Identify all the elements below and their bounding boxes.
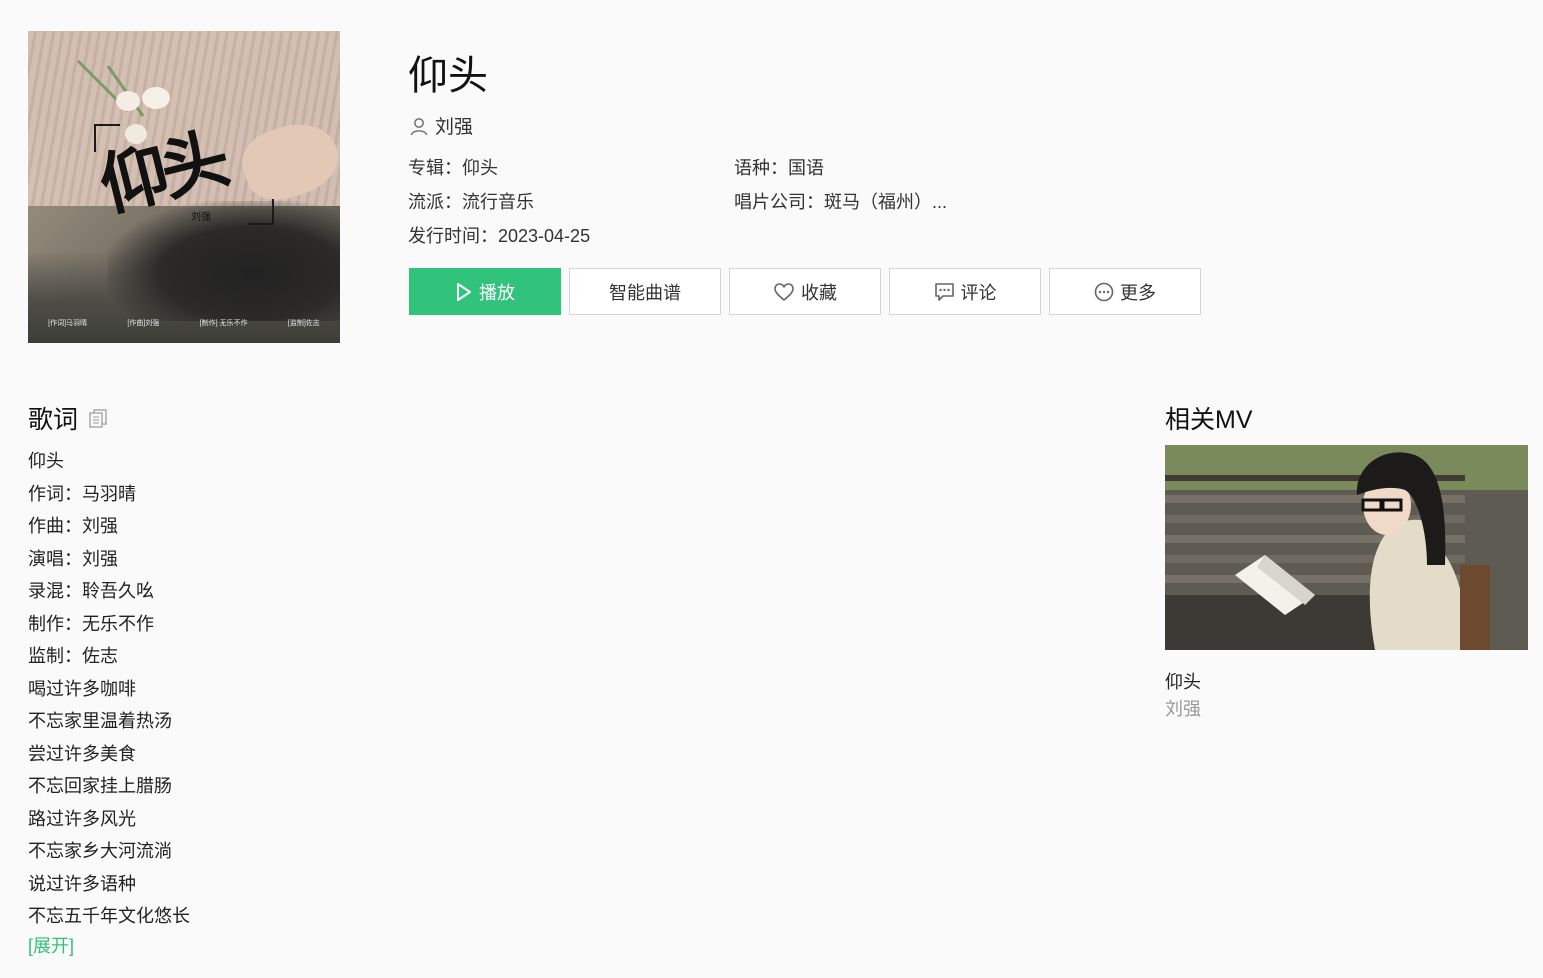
bracket-bottom-right [248,199,274,225]
genre-value: 流行音乐 [462,192,534,212]
release-label: 发行时间： [408,226,498,246]
lyrics-heading: 歌词 [28,400,108,436]
record-label-label: 唱片公司： [734,192,824,212]
record-label-value: 斑马（福州）... [824,192,948,212]
lyric-line: 作词：马羽晴 [28,483,136,504]
lyrics-title: 歌词 [28,406,79,434]
cover-credits: [作词]马羽晴 [作曲]刘强 [制作] 无乐不作 [监制]佐志 [28,318,340,328]
expand-lyrics-link[interactable]: [展开] [28,932,74,958]
lyrics-list: 仰头 作词：马羽晴 作曲：刘强 演唱：刘强 录混：聆吾久吆 制作：无乐不作 监制… [28,445,190,933]
release-date: 2023-04-25 [498,226,591,246]
lyric-line: 演唱：刘强 [28,548,118,569]
favorite-label: 收藏 [801,282,837,303]
smart-score-label: 智能曲谱 [609,282,681,303]
lyric-line: 不忘家里温着热汤 [28,711,172,731]
mv-scene-graphic [1165,445,1528,650]
lyric-line: 录混：聆吾久吆 [28,581,154,601]
favorite-button[interactable]: 收藏 [729,268,881,315]
more-icon [1094,282,1114,301]
more-button[interactable]: 更多 [1049,268,1201,315]
language-label: 语种： [734,158,788,178]
lyric-line: 作曲：刘强 [28,516,118,536]
record-label-info: 唱片公司：斑马（福州）... [734,188,947,214]
lyric-line: 仰头 [28,451,64,471]
language-value: 国语 [788,158,824,178]
lyric-line: 不忘回家挂上腊肠 [28,776,172,796]
comment-icon [934,282,954,301]
copy-icon[interactable] [88,408,108,428]
album-cover: 仰头 刘强 [作词]马羽晴 [作曲]刘强 [制作] 无乐不作 [监制]佐志 [28,31,340,343]
play-icon [457,282,471,301]
cover-credit: [作曲]刘强 [127,320,160,327]
lyric-line: 不忘家乡大河流淌 [28,841,172,861]
release-info: 发行时间：2023-04-25 [408,222,590,248]
lyric-line: 路过许多风光 [28,808,136,829]
lyric-line: 喝过许多咖啡 [28,678,136,699]
song-title: 仰头 [408,54,488,98]
cover-credit: [制作] 无乐不作 [199,320,248,327]
mv-title[interactable]: 仰头 [1165,668,1201,694]
related-mv-title: 相关MV [1165,406,1253,434]
cover-credit: [监制]佐志 [287,320,320,327]
language-info: 语种：国语 [734,154,824,180]
comment-button[interactable]: 评论 [889,268,1041,315]
play-label: 播放 [479,282,515,303]
heart-icon [774,282,794,301]
mv-artist[interactable]: 刘强 [1165,695,1201,721]
genre-info: 流派：流行音乐 [408,188,534,214]
comment-label: 评论 [960,282,997,303]
lyric-line: 制作：无乐不作 [28,613,154,634]
more-label: 更多 [1120,282,1156,303]
album-info: 专辑：仰头 [408,154,498,180]
lyric-line: 监制：佐志 [28,646,118,666]
artist-name[interactable]: 刘强 [435,112,473,139]
lyric-line: 尝过许多美食 [28,743,136,764]
artist-link[interactable]: 刘强 [409,112,473,139]
smart-score-button[interactable]: 智能曲谱 [569,268,721,315]
related-mv-heading: 相关MV [1165,400,1253,436]
play-button[interactable]: 播放 [409,268,561,315]
mv-thumbnail[interactable] [1165,445,1528,650]
genre-label: 流派： [408,192,462,212]
lyric-line: 不忘五千年文化悠长 [28,906,190,926]
lyric-line: 说过许多语种 [28,873,136,894]
album-name[interactable]: 仰头 [462,158,498,178]
cover-credit: [作词]马羽晴 [48,320,88,327]
album-label: 专辑： [408,158,462,178]
cover-artist: 刘强 [191,212,211,223]
user-icon [410,117,428,135]
